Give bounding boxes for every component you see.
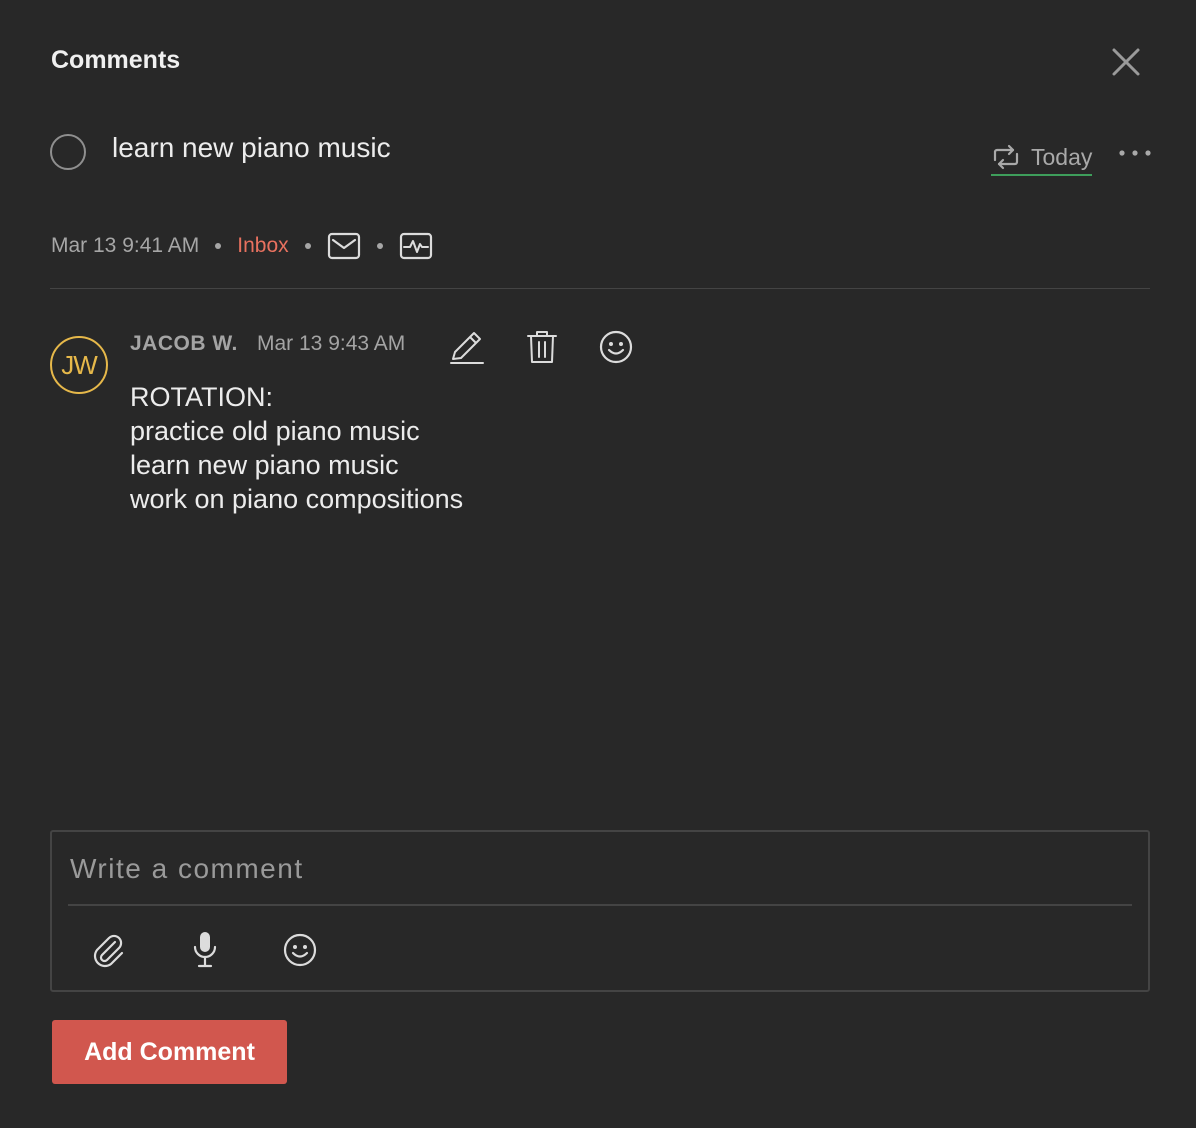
paperclip-icon — [93, 934, 124, 968]
comment-input[interactable] — [68, 846, 1132, 892]
comments-panel: Comments learn new piano music Today Mar… — [0, 0, 1196, 1128]
microphone-icon — [193, 932, 217, 968]
close-button[interactable] — [1108, 44, 1144, 80]
delete-comment-button[interactable] — [523, 328, 561, 366]
created-timestamp: Mar 13 9:41 AM — [51, 234, 200, 257]
add-comment-button[interactable]: Add Comment — [52, 1020, 287, 1084]
more-horizontal-icon — [1119, 150, 1151, 156]
activity-button[interactable] — [399, 231, 433, 261]
close-icon — [1112, 48, 1140, 76]
comment-body: ROTATION: practice old piano music learn… — [130, 382, 464, 514]
separator-dot — [215, 243, 222, 249]
activity-icon — [399, 232, 432, 260]
mail-icon — [327, 232, 360, 260]
due-date-button[interactable]: Today — [991, 140, 1093, 176]
comment-composer — [50, 830, 1150, 992]
more-options-button[interactable] — [1118, 142, 1152, 164]
emoji-picker-button[interactable] — [280, 930, 320, 970]
separator-dot — [376, 243, 383, 249]
comment-timestamp: Mar 13 9:43 AM — [257, 332, 406, 355]
section-divider — [50, 288, 1150, 289]
comment-author: JACOB W. — [130, 332, 238, 355]
due-date-label: Today — [1031, 143, 1093, 170]
task-complete-checkbox[interactable] — [50, 134, 86, 170]
mail-button[interactable] — [327, 231, 361, 261]
task-title[interactable]: learn new piano music — [112, 132, 391, 164]
emoji-icon — [599, 330, 633, 364]
trash-icon — [527, 331, 557, 363]
composer-divider — [68, 904, 1132, 906]
edit-icon — [450, 332, 484, 364]
task-row: learn new piano music Today — [50, 130, 1152, 178]
project-link[interactable]: Inbox — [237, 234, 288, 258]
voice-record-button[interactable] — [185, 930, 225, 970]
attach-file-button[interactable] — [88, 930, 128, 970]
task-meta-row: Mar 13 9:41 AM Inbox — [51, 228, 433, 264]
recurring-icon — [993, 144, 1019, 170]
panel-title: Comments — [51, 46, 181, 74]
avatar: JW — [50, 336, 108, 394]
comment-reaction-button[interactable] — [597, 328, 635, 366]
edit-comment-button[interactable] — [448, 328, 486, 366]
emoji-icon — [283, 933, 317, 967]
separator-dot — [304, 243, 311, 249]
